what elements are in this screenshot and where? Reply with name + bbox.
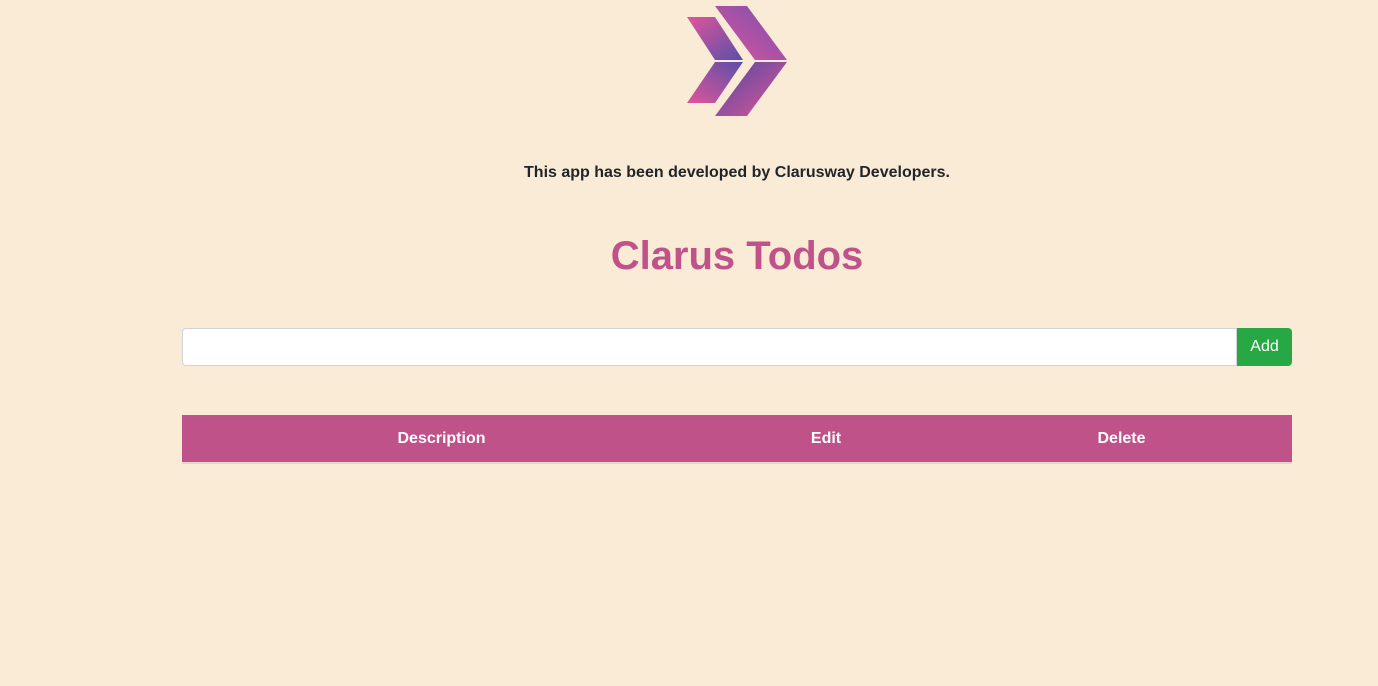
clarusway-logo xyxy=(685,5,789,117)
chevron-logo-icon xyxy=(687,6,787,116)
column-header-delete: Delete xyxy=(951,415,1292,464)
column-header-edit: Edit xyxy=(701,415,951,464)
todo-input[interactable] xyxy=(182,328,1237,366)
page-title: Clarus Todos xyxy=(610,234,864,278)
column-header-description: Description xyxy=(182,415,701,464)
todo-form: Add xyxy=(182,328,1292,366)
todo-table: Description Edit Delete xyxy=(182,415,1292,464)
add-button[interactable]: Add xyxy=(1237,328,1292,366)
table-header-row: Description Edit Delete xyxy=(182,415,1292,464)
developer-credit: This app has been developed by Clarusway… xyxy=(524,164,950,181)
page: This app has been developed by Clarusway… xyxy=(0,0,1378,686)
